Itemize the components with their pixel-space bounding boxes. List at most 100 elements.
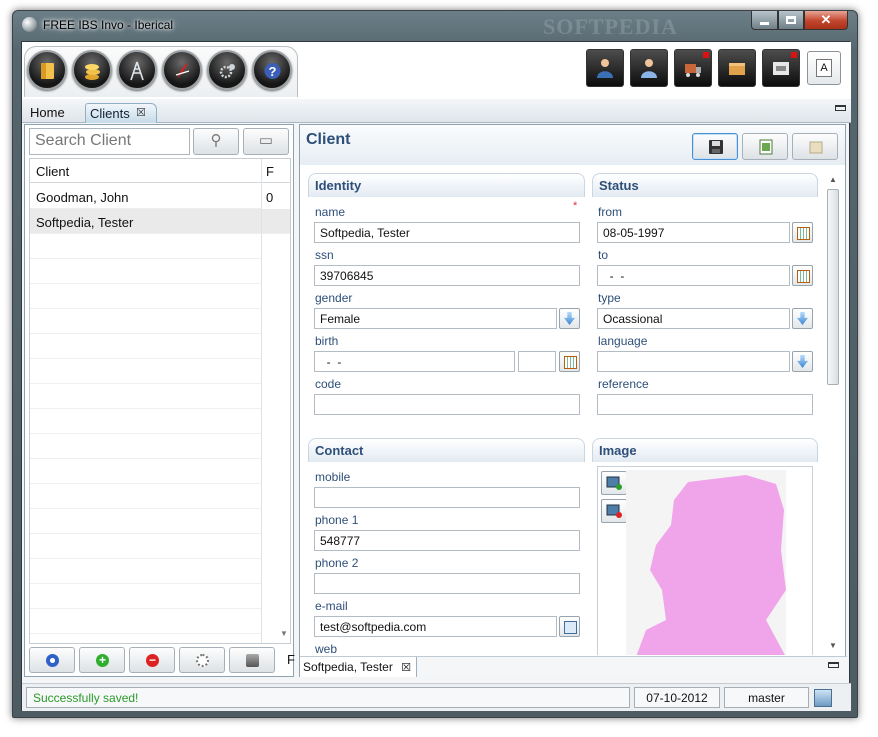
- birth-date-field[interactable]: - -: [314, 351, 515, 372]
- help-button[interactable]: ?: [252, 50, 292, 90]
- window-title: FREE IBS Invo - Iberical: [43, 18, 174, 32]
- title-bar[interactable]: FREE IBS Invo - Iberical SOFTPEDIA ✕: [13, 11, 857, 39]
- reports-button[interactable]: [162, 50, 202, 90]
- add-image-button[interactable]: [601, 471, 627, 495]
- empty-row: [30, 384, 261, 409]
- gender-dropdown-icon[interactable]: [559, 308, 580, 329]
- language-select[interactable]: [597, 351, 790, 372]
- column-header-f[interactable]: F: [266, 164, 274, 179]
- accounting-button[interactable]: [72, 50, 112, 90]
- search-button[interactable]: ⚲: [193, 128, 239, 155]
- monitor-icon[interactable]: [814, 689, 832, 707]
- send-email-icon[interactable]: [559, 616, 580, 637]
- form-scrollbar[interactable]: ▲ ▼: [825, 173, 841, 653]
- minimize-icon: [760, 21, 769, 25]
- eraser-icon: ▭: [258, 132, 274, 149]
- phone1-field[interactable]: 548777: [314, 530, 580, 551]
- section-identity: Identity: [308, 173, 585, 197]
- birth-age-field[interactable]: [518, 351, 556, 372]
- search-client-input[interactable]: Search Client: [29, 128, 190, 155]
- minimize-panel-icon[interactable]: [828, 662, 839, 668]
- language-dropdown-icon[interactable]: [792, 351, 813, 372]
- clear-search-button[interactable]: ▭: [243, 128, 289, 155]
- section-title: Contact: [315, 443, 364, 458]
- archive-client-button[interactable]: [792, 133, 838, 160]
- to-label: to: [598, 248, 609, 262]
- close-button[interactable]: ✕: [804, 11, 848, 30]
- client-name-cell: Softpedia, Tester: [36, 215, 134, 230]
- users-button[interactable]: [586, 49, 624, 87]
- empty-row: [30, 434, 261, 459]
- name-field[interactable]: Softpedia, Tester: [314, 222, 580, 243]
- tab-clients[interactable]: Clients ☒: [85, 103, 157, 123]
- person-silhouette-icon: [636, 475, 786, 655]
- mobile-field[interactable]: [314, 487, 580, 508]
- section-title: Identity: [315, 178, 362, 193]
- tab-home[interactable]: Home: [26, 103, 69, 123]
- svg-text:?: ?: [269, 64, 277, 79]
- scroll-thumb[interactable]: [827, 189, 839, 385]
- printer-icon: [246, 654, 259, 667]
- table-row[interactable]: Goodman, John 0: [30, 184, 273, 209]
- products-button[interactable]: [718, 49, 756, 87]
- archive-button[interactable]: [762, 49, 800, 87]
- mobile-label: mobile: [315, 470, 351, 484]
- delete-client-button[interactable]: −: [129, 647, 175, 673]
- section-status: Status: [592, 173, 818, 197]
- documents-button[interactable]: [27, 50, 67, 90]
- settings-button[interactable]: [207, 50, 247, 90]
- disabled-box-icon: [809, 141, 823, 154]
- phone2-label: phone 2: [315, 556, 359, 570]
- reference-field[interactable]: [597, 394, 813, 415]
- print-button[interactable]: [229, 647, 275, 673]
- status-bar: Successfully saved! 07-10-2012 master: [22, 683, 851, 711]
- empty-row: [30, 609, 261, 634]
- name-label: name: [315, 205, 346, 219]
- gender-select[interactable]: Female: [314, 308, 557, 329]
- column-indicator: F: [287, 652, 295, 667]
- truck-icon: [685, 64, 701, 77]
- from-date-field[interactable]: 08-05-1997: [597, 222, 790, 243]
- scroll-down-icon[interactable]: ▼: [829, 641, 837, 650]
- scroll-down-icon[interactable]: ▼: [280, 629, 288, 638]
- type-dropdown-icon[interactable]: [792, 308, 813, 329]
- phone2-field[interactable]: [314, 573, 580, 594]
- save-button[interactable]: [692, 133, 738, 160]
- gear-icon: [196, 654, 209, 667]
- close-icon: ✕: [820, 12, 832, 27]
- add-client-button[interactable]: +: [79, 647, 125, 673]
- minimize-button[interactable]: [751, 11, 778, 30]
- email-field[interactable]: test@softpedia.com: [314, 616, 557, 637]
- ssn-field[interactable]: 39706845: [314, 265, 580, 286]
- network-button[interactable]: [117, 50, 157, 90]
- code-field[interactable]: [314, 394, 580, 415]
- notification-badge: [703, 52, 709, 58]
- empty-row: [30, 259, 261, 284]
- record-tab[interactable]: Softpedia, Tester ☒: [300, 657, 417, 677]
- maximize-button[interactable]: [778, 11, 804, 30]
- suppliers-button[interactable]: [674, 49, 712, 87]
- ssn-label: ssn: [315, 248, 334, 262]
- table-cell: [262, 209, 290, 234]
- tab-close-icon[interactable]: ☒: [401, 662, 411, 674]
- minimize-panel-icon[interactable]: [835, 105, 846, 111]
- settings-client-button[interactable]: [179, 647, 225, 673]
- from-calendar-icon[interactable]: [792, 222, 813, 243]
- column-header-client[interactable]: Client: [36, 164, 69, 179]
- font-size-button[interactable]: A: [807, 51, 841, 85]
- main-tab-bar: Home Clients ☒: [22, 99, 851, 123]
- remove-image-button[interactable]: [601, 499, 627, 523]
- scroll-up-icon[interactable]: ▲: [829, 175, 837, 184]
- tab-close-icon[interactable]: ☒: [136, 106, 146, 119]
- export-button[interactable]: [742, 133, 788, 160]
- table-row-selected[interactable]: Softpedia, Tester 0: [30, 209, 273, 234]
- box-icon: [729, 63, 745, 75]
- clients-button[interactable]: [630, 49, 668, 87]
- type-select[interactable]: Ocassional: [597, 308, 790, 329]
- view-client-button[interactable]: [29, 647, 75, 673]
- birth-calendar-icon[interactable]: [559, 351, 580, 372]
- to-calendar-icon[interactable]: [792, 265, 813, 286]
- main-toolbar: ? A: [22, 42, 851, 99]
- column-divider: [261, 159, 262, 643]
- to-date-field[interactable]: - -: [597, 265, 790, 286]
